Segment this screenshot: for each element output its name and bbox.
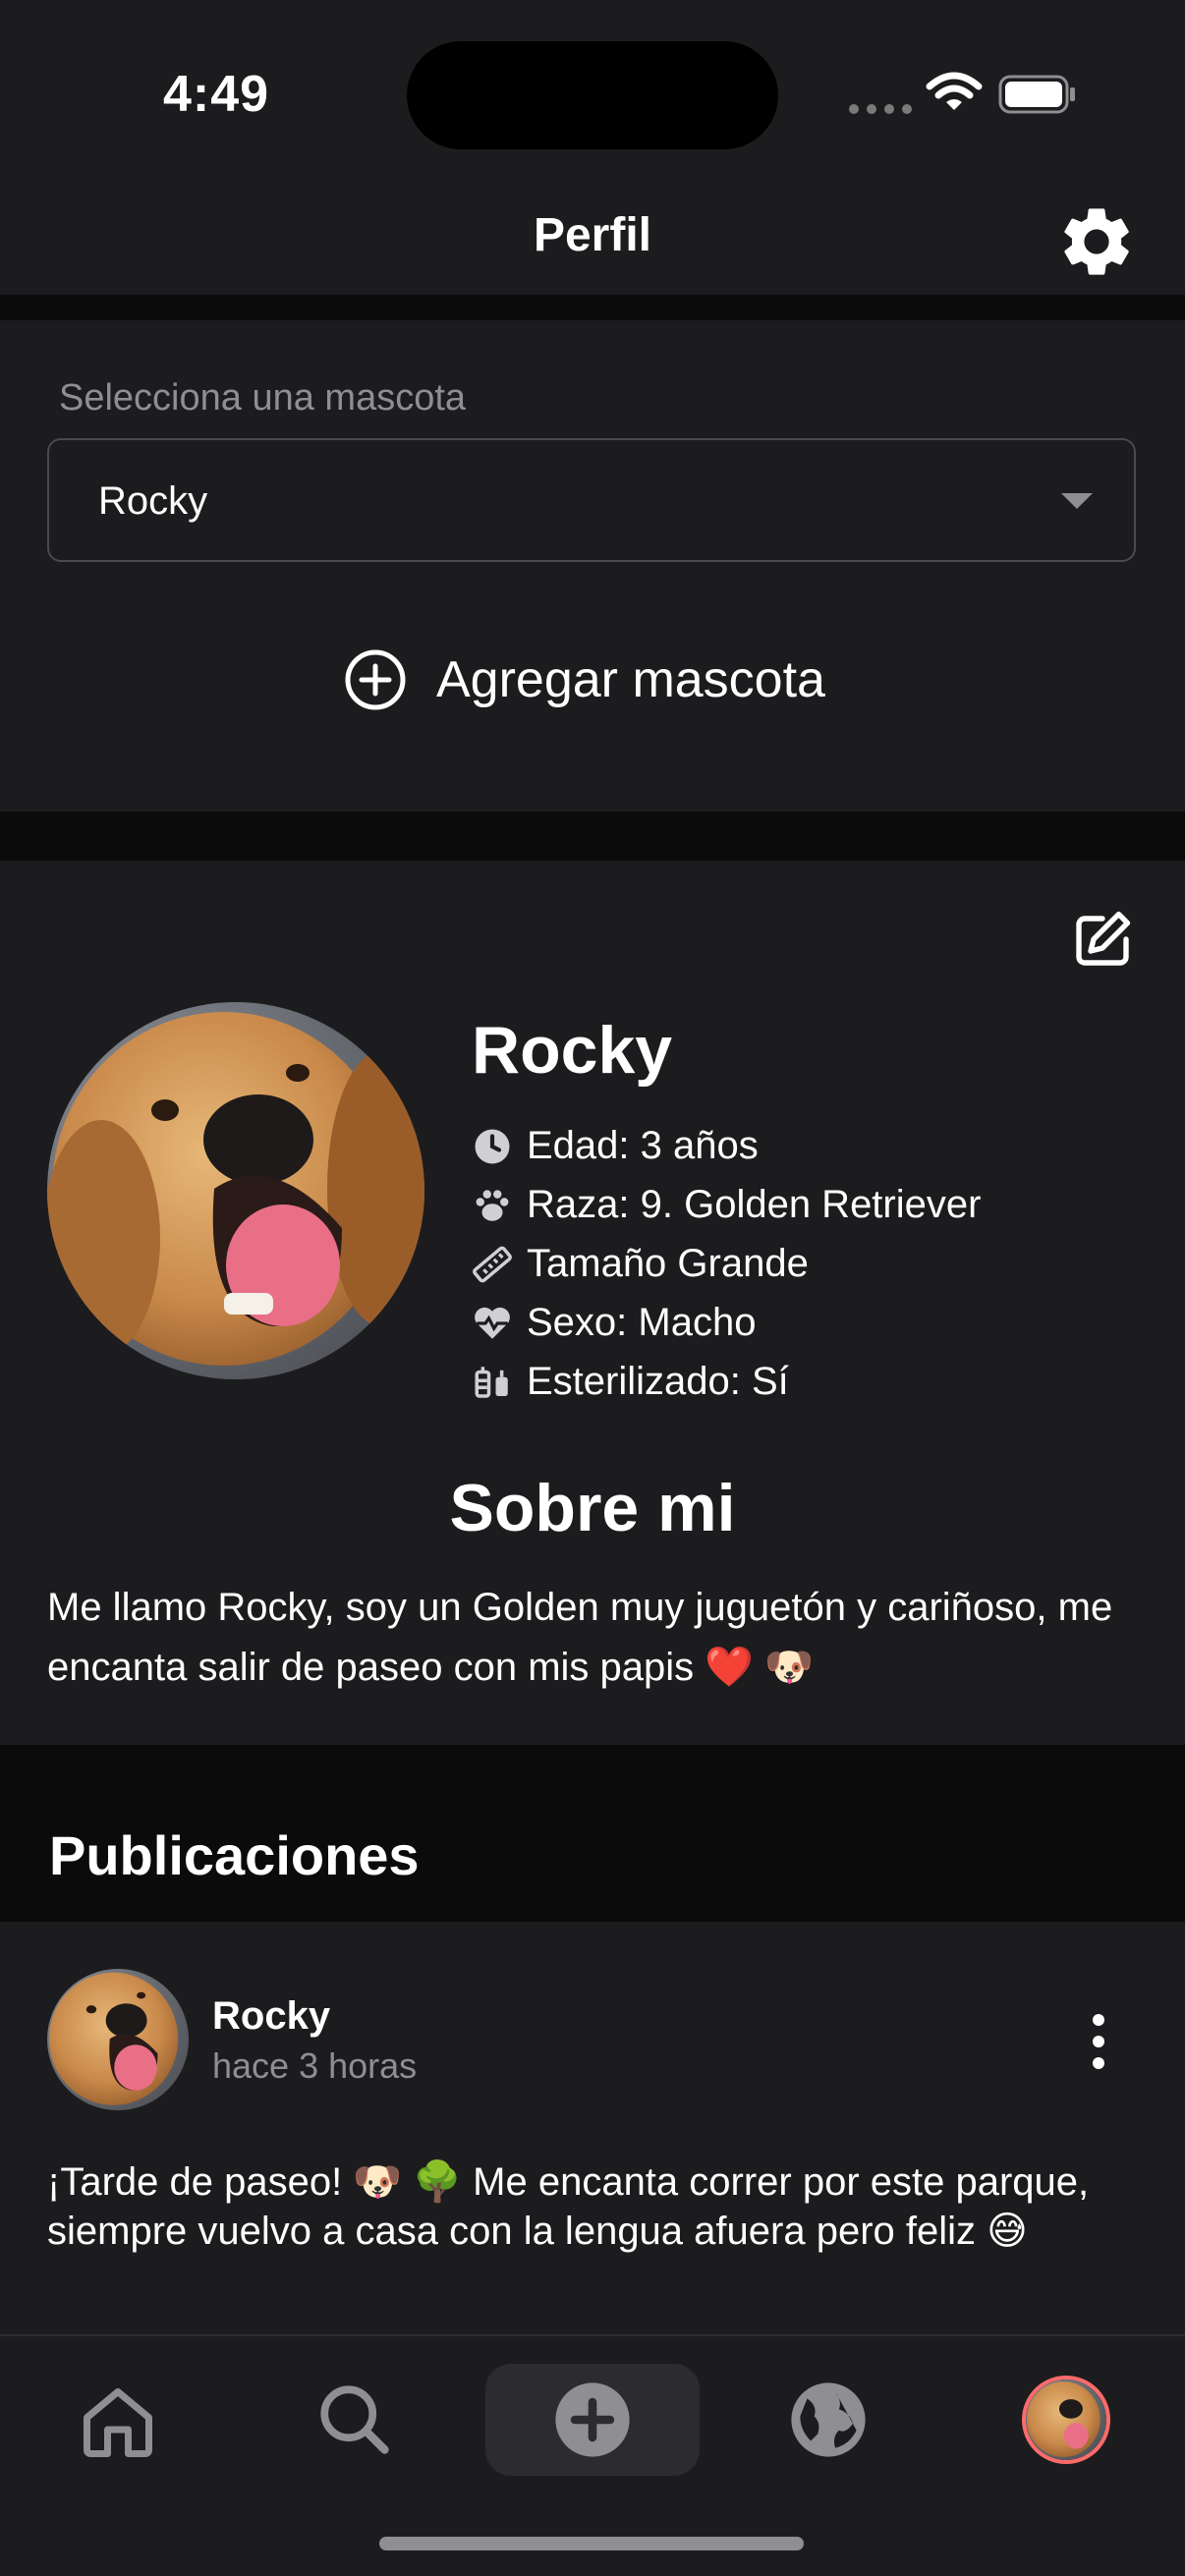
page-title: Perfil bbox=[533, 209, 652, 261]
globe-icon[interactable] bbox=[786, 2378, 871, 2462]
create-post-button[interactable] bbox=[485, 2364, 700, 2476]
info-size-text: Tamaño Grande bbox=[527, 1242, 809, 1285]
info-breed-text: Raza: 9. Golden Retriever bbox=[527, 1183, 982, 1226]
gear-icon[interactable] bbox=[1055, 200, 1138, 283]
info-size: Tamaño Grande bbox=[472, 1242, 809, 1286]
wifi-icon bbox=[926, 72, 983, 110]
post-author-name[interactable]: Rocky bbox=[212, 1994, 330, 2039]
chevron-down-icon[interactable] bbox=[1061, 493, 1093, 509]
pet-name: Rocky bbox=[472, 1013, 673, 1088]
search-icon[interactable] bbox=[312, 2378, 395, 2460]
about-title: Sobre mi bbox=[449, 1471, 736, 1545]
post-timestamp: hace 3 horas bbox=[212, 2045, 418, 2086]
post-author-avatar[interactable] bbox=[47, 1969, 189, 2110]
ruler-icon bbox=[473, 1246, 512, 1282]
info-age: Edad: 3 años bbox=[472, 1124, 759, 1168]
home-icon[interactable] bbox=[77, 2381, 159, 2464]
profile-tab-avatar[interactable] bbox=[1022, 2376, 1110, 2464]
pet-photo bbox=[47, 1002, 424, 1379]
heartbeat-icon bbox=[475, 1307, 510, 1339]
syringe-icon bbox=[475, 1366, 508, 1398]
info-sex: Sexo: Macho bbox=[472, 1301, 756, 1345]
pet-select-dropdown[interactable] bbox=[47, 438, 1136, 562]
pet-select-value[interactable]: Rocky bbox=[98, 479, 207, 524]
status-time: 4:49 bbox=[163, 66, 270, 123]
post-card[interactable] bbox=[0, 1922, 1185, 2334]
info-sterilized: Esterilizado: Sí bbox=[472, 1360, 789, 1404]
add-icon bbox=[555, 2382, 630, 2457]
edit-icon[interactable] bbox=[1067, 904, 1138, 975]
post-text: ¡Tarde de paseo! 🐶 🌳 Me encanta correr p… bbox=[47, 2160, 1090, 2253]
pet-select-label: Selecciona una mascota bbox=[59, 377, 467, 419]
add-pet-label: Agregar mascota bbox=[436, 651, 825, 708]
info-breed: Raza: 9. Golden Retriever bbox=[472, 1183, 981, 1227]
add-pet-button[interactable]: Agregar mascota bbox=[344, 648, 825, 711]
plus-circle-icon bbox=[345, 649, 406, 710]
about-text: Me llamo Rocky, soy un Golden muy juguet… bbox=[47, 1586, 1113, 1689]
home-indicator bbox=[379, 2537, 804, 2550]
clock-icon bbox=[475, 1129, 510, 1163]
posts-title: Publicaciones bbox=[49, 1824, 420, 1886]
dynamic-island bbox=[407, 41, 778, 149]
info-sex-text: Sexo: Macho bbox=[527, 1301, 757, 1344]
more-options-icon[interactable] bbox=[1093, 2014, 1104, 2069]
info-age-text: Edad: 3 años bbox=[527, 1124, 759, 1167]
info-sterilized-text: Esterilizado: Sí bbox=[527, 1360, 789, 1403]
battery-icon bbox=[998, 75, 1075, 114]
paw-icon bbox=[476, 1189, 509, 1221]
cellular-signal-icon bbox=[849, 104, 912, 114]
